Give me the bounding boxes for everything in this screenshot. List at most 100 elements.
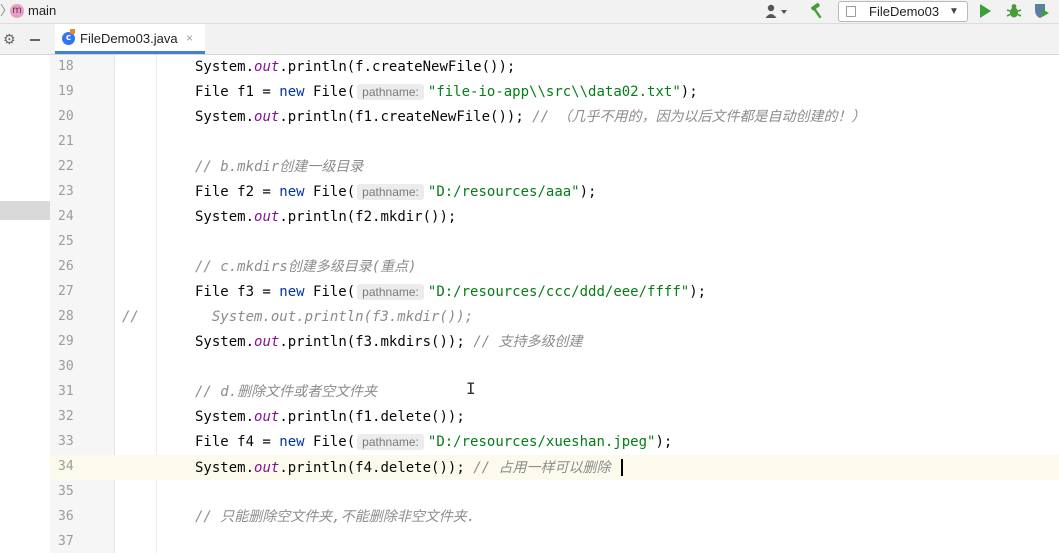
code-text[interactable]: System.out.println(f1.createNewFile()); … bbox=[195, 109, 865, 125]
gear-icon[interactable]: ⚙ bbox=[3, 31, 16, 47]
code-text[interactable]: System.out.println(f3.mkdirs()); // 支持多级… bbox=[195, 334, 582, 350]
code-line[interactable]: 24 System.out.println(f2.mkdir()); bbox=[50, 205, 1059, 230]
code-text[interactable]: System.out.println(f1.delete()); bbox=[195, 409, 465, 425]
module-icon: m bbox=[10, 4, 24, 18]
code-token: System. bbox=[195, 460, 255, 476]
line-number: 30 bbox=[58, 359, 74, 374]
parameter-hint: pathname: bbox=[357, 434, 424, 450]
code-token: out bbox=[254, 334, 280, 350]
parameter-hint: pathname: bbox=[357, 284, 424, 300]
tab-filedemo03[interactable]: c FileDemo03.java × bbox=[55, 24, 205, 54]
code-text[interactable]: System.out.println(f.createNewFile()); bbox=[195, 59, 515, 75]
code-line[interactable]: 34 System.out.println(f4.delete()); // 占用… bbox=[50, 455, 1059, 480]
code-token: File( bbox=[304, 434, 356, 450]
code-comment: // 只能删除空文件夹,不能删除非空文件夹. bbox=[195, 509, 476, 525]
code-line[interactable]: 35 bbox=[50, 480, 1059, 505]
line-number: 27 bbox=[58, 284, 74, 299]
keyword: new bbox=[279, 84, 305, 100]
string-literal: "D:/resources/ccc/ddd/eee/ffff" bbox=[427, 284, 690, 300]
code-text[interactable]: // c.mkdirs创建多级目录(重点) bbox=[195, 259, 417, 275]
hide-panel-icon[interactable] bbox=[30, 39, 40, 41]
code-token: .println(f1.delete()); bbox=[279, 409, 465, 425]
code-line[interactable]: 27 File f3 = new File(pathname: "D:/resour… bbox=[50, 280, 1059, 305]
code-text[interactable]: File f1 = new File(pathname: "file-io-app… bbox=[195, 84, 698, 100]
code-token: System. bbox=[195, 209, 255, 225]
code-text[interactable]: // d.删除文件或者空文件夹 bbox=[195, 384, 377, 400]
code-comment: // （几乎不用的，因为以后文件都是自动创建的！） bbox=[532, 109, 866, 125]
code-line[interactable]: 19 File f1 = new File(pathname: "file-io-a… bbox=[50, 80, 1059, 105]
breadcrumb-main[interactable]: main bbox=[28, 3, 56, 19]
string-literal: "D:/resources/xueshan.jpeg" bbox=[427, 434, 656, 450]
code-line[interactable]: 20 System.out.println(f1.createNewFile())… bbox=[50, 105, 1059, 130]
project-tool-strip-highlight bbox=[0, 201, 50, 220]
code-token: File f1 = bbox=[195, 84, 280, 100]
code-line[interactable]: 33 File f4 = new File(pathname: "D:/resour… bbox=[50, 430, 1059, 455]
code-line[interactable]: 37 bbox=[50, 530, 1059, 555]
chevron-down-icon: ▼ bbox=[949, 6, 959, 17]
code-line[interactable]: 32 System.out.println(f1.delete()); bbox=[50, 405, 1059, 430]
code-text[interactable]: // b.mkdir创建一级目录 bbox=[195, 159, 363, 175]
editor-tab-bar: ⚙ c FileDemo03.java × bbox=[0, 24, 1059, 55]
navigation-bar: 〉 m main FileDemo03 ▼ bbox=[0, 0, 1059, 24]
code-comment: // 支持多级创建 bbox=[473, 334, 583, 350]
code-text[interactable]: System.out.println(f2.mkdir()); bbox=[195, 209, 456, 225]
code-token: File( bbox=[304, 184, 356, 200]
code-line[interactable]: 28 // System.out.println(f3.mkdir()); bbox=[50, 305, 1059, 330]
run-configuration-label: FileDemo03 bbox=[869, 4, 940, 19]
line-number: 31 bbox=[58, 384, 74, 399]
line-number: 33 bbox=[58, 434, 74, 449]
code-line[interactable]: 26 // c.mkdirs创建多级目录(重点) bbox=[50, 255, 1059, 280]
code-token: out bbox=[254, 209, 280, 225]
code-line[interactable]: 23 File f2 = new File(pathname: "D:/resour… bbox=[50, 180, 1059, 205]
line-number: 29 bbox=[58, 334, 74, 349]
code-token: out bbox=[254, 59, 280, 75]
line-number: 28 bbox=[58, 309, 74, 324]
code-token: ); bbox=[579, 184, 597, 200]
run-with-coverage-icon[interactable] bbox=[1032, 2, 1050, 20]
code-line[interactable]: 18 System.out.println(f.createNewFile()); bbox=[50, 55, 1059, 80]
line-number: 24 bbox=[58, 209, 74, 224]
code-token: .println(f4.delete()); bbox=[279, 460, 474, 476]
code-token: File( bbox=[304, 84, 356, 100]
code-comment: // d.删除文件或者空文件夹 bbox=[195, 384, 378, 400]
code-line[interactable]: 25 bbox=[50, 230, 1059, 255]
run-configuration-select[interactable]: FileDemo03 ▼ bbox=[838, 1, 968, 22]
text-caret bbox=[620, 459, 623, 476]
code-line[interactable]: 22 // b.mkdir创建一级目录 bbox=[50, 155, 1059, 180]
code-text[interactable]: System.out.println(f3.mkdir()); bbox=[195, 309, 473, 325]
line-number: 32 bbox=[58, 409, 74, 424]
code-token: ); bbox=[680, 84, 698, 100]
keyword: new bbox=[279, 434, 305, 450]
line-number: 25 bbox=[58, 234, 74, 249]
code-text[interactable]: File f3 = new File(pathname: "D:/resource… bbox=[195, 284, 706, 300]
code-line[interactable]: 36 // 只能删除空文件夹,不能删除非空文件夹. bbox=[50, 505, 1059, 530]
code-token: File f4 = bbox=[195, 434, 280, 450]
parameter-hint: pathname: bbox=[357, 84, 424, 100]
code-text[interactable]: File f4 = new File(pathname: "D:/resource… bbox=[195, 434, 672, 450]
code-token: .println(f.createNewFile()); bbox=[279, 59, 516, 75]
build-hammer-icon[interactable] bbox=[808, 2, 826, 20]
code-line[interactable]: 29 System.out.println(f3.mkdirs()); // 支持… bbox=[50, 330, 1059, 355]
line-comment-prefix: // bbox=[122, 309, 139, 325]
keyword: new bbox=[279, 184, 305, 200]
code-token: File f3 = bbox=[195, 284, 280, 300]
line-number: 20 bbox=[58, 109, 74, 124]
code-text[interactable]: System.out.println(f4.delete()); // 占用一样… bbox=[195, 459, 623, 476]
string-literal: "D:/resources/aaa" bbox=[427, 184, 580, 200]
code-comment: System.out.println(f3.mkdir()); bbox=[195, 309, 474, 325]
code-comment: // c.mkdirs创建多级目录(重点) bbox=[195, 259, 417, 275]
code-line[interactable]: 30 bbox=[50, 355, 1059, 380]
close-icon[interactable]: × bbox=[186, 30, 193, 46]
class-badge-icon bbox=[70, 29, 75, 34]
code-comment: // b.mkdir创建一级目录 bbox=[195, 159, 364, 175]
code-text[interactable]: File f2 = new File(pathname: "D:/resource… bbox=[195, 184, 596, 200]
code-text[interactable]: // 只能删除空文件夹,不能删除非空文件夹. bbox=[195, 509, 475, 525]
debug-bug-icon[interactable] bbox=[1005, 2, 1023, 20]
run-icon[interactable] bbox=[980, 4, 991, 18]
code-line[interactable]: 21 bbox=[50, 130, 1059, 155]
code-token: System. bbox=[195, 409, 255, 425]
line-number: 19 bbox=[58, 84, 74, 99]
code-comment: // 占用一样可以删除 bbox=[473, 460, 619, 476]
user-dropdown-icon[interactable] bbox=[765, 3, 791, 23]
code-line[interactable]: 31 // d.删除文件或者空文件夹 bbox=[50, 380, 1059, 405]
